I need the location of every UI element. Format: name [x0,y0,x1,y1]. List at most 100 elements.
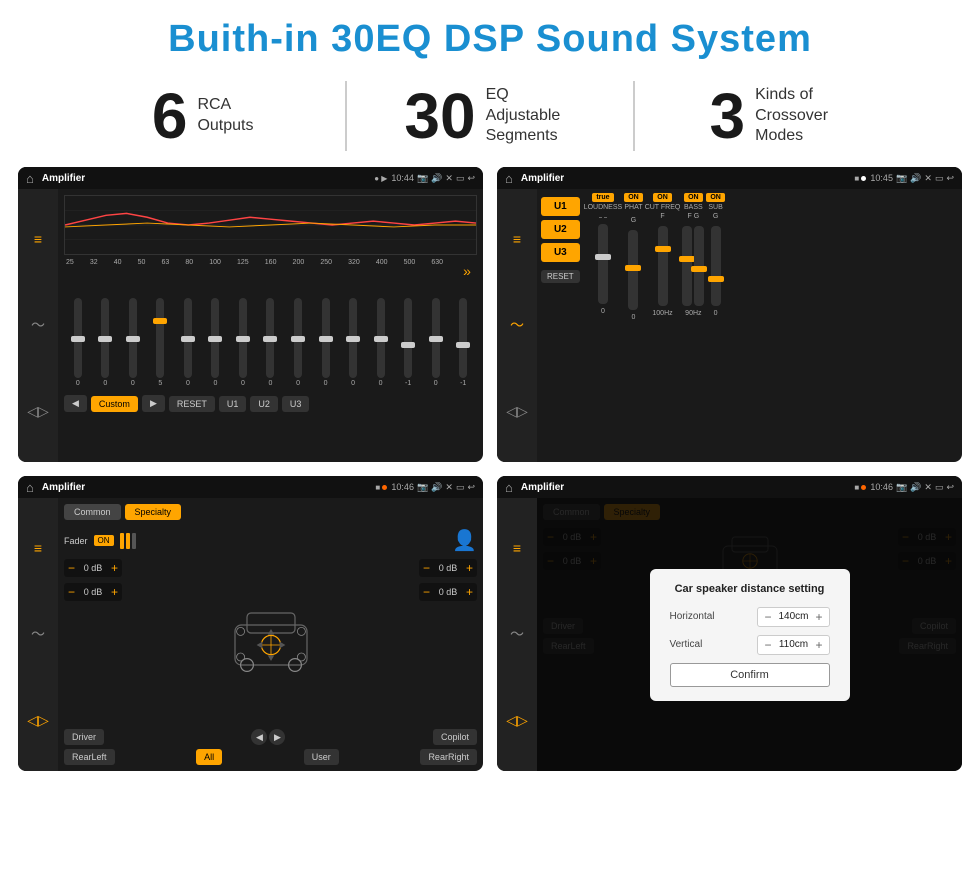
loudness-on[interactable]: true [592,193,613,202]
screen2-content: ≡ 〜 ◁▷ U1 U2 U3 RESET [497,189,962,462]
u-side: U1 U2 U3 RESET [541,193,580,458]
cutfreq-label: CUT FREQ [645,204,681,211]
eq-icon[interactable]: ≡ [34,231,42,247]
tab-row-3: Common Specialty [64,504,477,520]
wave4-icon[interactable]: 〜 [510,624,524,644]
copilot-btn[interactable]: Copilot [433,729,477,745]
db-minus-1[interactable]: − [68,585,75,599]
screen3-statusbar: ⌂ Amplifier ■ 10:46 📷🔊✕▭↩ [18,476,483,498]
db-value-2: 0 dB [434,563,462,573]
fader-on-badge[interactable]: ON [94,535,114,546]
play-btn[interactable]: ▶ [142,395,165,412]
db-plus-0[interactable]: + [111,561,118,575]
rearleft-btn[interactable]: RearLeft [64,749,115,765]
stat-rca-label: RCAOutputs [197,95,253,137]
home-icon[interactable]: ⌂ [26,171,34,186]
channels-area: true LOUDNESS 0 [584,193,958,458]
speaker4-icon[interactable]: ◁▷ [506,712,528,729]
channel-bass: ON BASS F G [682,193,704,458]
u1-btn[interactable]: U1 [219,396,247,412]
loudness-label: LOUDNESS [584,204,623,211]
slider-14: -1 [459,298,467,387]
custom-btn[interactable]: Custom [91,396,138,412]
wave-icon[interactable]: 〜 [31,315,45,335]
all-btn[interactable]: All [196,749,222,765]
slider-3: 5 [156,298,164,387]
common-tab[interactable]: Common [64,504,121,520]
wave2-icon[interactable]: 〜 [510,315,524,335]
screen2-status-icons: 10:45 📷🔊✕▭↩ [870,173,954,184]
car-diagram [130,559,411,723]
db-minus-2[interactable]: − [423,561,430,575]
screen1-statusbar: ⌂ Amplifier ● ▶ 10:44 📷🔊✕▭↩ [18,167,483,189]
bottom-row-3b: RearLeft All User RearRight [64,749,477,765]
person-icon[interactable]: 👤 [452,528,477,553]
slider-2: 0 [129,298,137,387]
u1-side-btn[interactable]: U1 [541,197,580,216]
db-minus-3[interactable]: − [423,585,430,599]
horizontal-label: Horizontal [670,611,715,622]
left-arrow[interactable]: ◀ [251,729,267,745]
eq-graph [64,195,477,255]
cutfreq-on[interactable]: ON [653,193,672,202]
eq2-icon[interactable]: ≡ [513,231,521,247]
fader-row: Fader ON 👤 [64,528,477,553]
bass-on[interactable]: ON [684,193,703,202]
db-value-1: 0 dB [79,587,107,597]
slider-6: 0 [239,298,247,387]
speaker2-icon[interactable]: ◁▷ [506,403,528,420]
u3-side-btn[interactable]: U3 [541,243,580,262]
db-plus-3[interactable]: + [466,585,473,599]
speaker-icon[interactable]: ◁▷ [27,403,49,420]
sub-on[interactable]: ON [706,193,725,202]
screen2-main: U1 U2 U3 RESET true LOUDNESS [537,189,962,462]
bottom-controls: ◀ Custom ▶ RESET U1 U2 U3 [64,391,477,416]
dialog-title: Car speaker distance setting [670,583,830,595]
u2-side-btn[interactable]: U2 [541,220,580,239]
rearright-btn[interactable]: RearRight [420,749,477,765]
screen1-sidebar: ≡ 〜 ◁▷ [18,189,58,462]
horizontal-minus[interactable]: − [764,610,771,624]
play-dots: ● ▶ [374,174,387,183]
stats-row: 6 RCAOutputs 30 EQ AdjustableSegments 3 … [0,71,980,167]
reset2-btn[interactable]: RESET [541,270,580,283]
vertical-plus[interactable]: + [815,638,822,652]
wave3-icon[interactable]: 〜 [31,624,45,644]
speaker3-icon[interactable]: ◁▷ [27,712,49,729]
db-plus-1[interactable]: + [111,585,118,599]
stat-crossover-number: 3 [710,84,746,148]
vertical-minus[interactable]: − [764,638,771,652]
prev-btn[interactable]: ◀ [64,395,87,412]
db-control-1: − 0 dB + [64,583,122,601]
phat-on[interactable]: ON [624,193,643,202]
car-svg [221,601,321,681]
screen4-title: Amplifier [521,482,851,493]
channel-cutfreq: ON CUT FREQ F 100Hz [645,193,681,458]
horizontal-plus[interactable]: + [815,610,822,624]
screen1-title: Amplifier [42,173,370,184]
eq4-icon[interactable]: ≡ [513,540,521,556]
screen4-main: Common Specialty −0 dB+ −0 dB+ [537,498,962,771]
confirm-button[interactable]: Confirm [670,663,830,687]
slider-0: 0 [74,298,82,387]
phat-label: PHAT [624,204,642,211]
u3-btn[interactable]: U3 [282,396,310,412]
stat-rca: 6 RCAOutputs [60,84,345,148]
screen3-main: Common Specialty Fader ON 👤 [58,498,483,771]
page-title: Buith-in 30EQ DSP Sound System [0,0,980,71]
vertical-row: Vertical − 110cm + [670,635,830,655]
reset-btn[interactable]: RESET [169,396,215,412]
db-plus-2[interactable]: + [466,561,473,575]
slider-5: 0 [211,298,219,387]
home3-icon[interactable]: ⌂ [26,480,34,495]
right-arrow[interactable]: ▶ [269,729,285,745]
u2-btn[interactable]: U2 [250,396,278,412]
eq3-icon[interactable]: ≡ [34,540,42,556]
home2-icon[interactable]: ⌂ [505,171,513,186]
db-minus-0[interactable]: − [68,561,75,575]
screen3-sidebar: ≡ 〜 ◁▷ [18,498,58,771]
user-btn[interactable]: User [304,749,339,765]
driver-btn[interactable]: Driver [64,729,104,745]
specialty-tab[interactable]: Specialty [125,504,182,520]
home4-icon[interactable]: ⌂ [505,480,513,495]
